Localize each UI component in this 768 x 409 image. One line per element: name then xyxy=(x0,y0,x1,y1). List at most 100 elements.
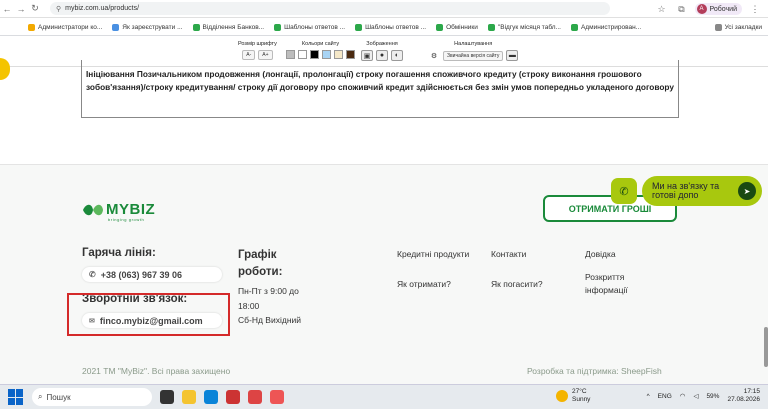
app-icon[interactable] xyxy=(226,390,240,404)
color-swatch[interactable] xyxy=(334,50,343,59)
task-view-icon[interactable] xyxy=(160,390,174,404)
link-disclosure[interactable]: Розкриття інформації xyxy=(585,271,655,297)
site-info-icon[interactable]: ⚲ xyxy=(56,5,61,13)
edge-icon[interactable] xyxy=(204,390,218,404)
color-swatch[interactable] xyxy=(286,50,295,59)
sun-icon xyxy=(556,390,568,402)
leaf-logo-icon xyxy=(83,204,103,215)
phone-icon: ✆ xyxy=(619,185,629,198)
bookmark-favicon-icon xyxy=(112,23,120,31)
link-credit-products[interactable]: Кредитні продукти xyxy=(397,248,469,261)
font-plus-button[interactable]: A+ xyxy=(258,50,273,60)
extensions-icon[interactable]: ⧉ xyxy=(675,4,689,15)
search-icon: ⌕ xyxy=(38,392,43,401)
bookmark-item[interactable]: Як зареєструвати ... xyxy=(112,23,183,31)
browser-toolbar: ← → ↻ ⚲ mybiz.com.ua/products/ ☆ ⧉ А Роб… xyxy=(0,0,768,18)
folder-icon xyxy=(714,23,722,31)
bookmark-item[interactable]: Шаблоны ответов ... xyxy=(274,23,345,31)
back-icon[interactable]: ← xyxy=(0,4,14,14)
profile-label: Робочий xyxy=(709,5,737,13)
date: 27.08.2026 xyxy=(727,396,760,403)
hotline-title: Гаряча лінія: xyxy=(82,247,156,259)
logo[interactable]: MYBIZ bringing growth xyxy=(82,201,156,222)
weather-text: Sunny xyxy=(572,396,591,403)
images-group: Зображення ▣ ● ◐ xyxy=(361,41,403,61)
temperature: 27°C xyxy=(572,388,587,395)
bookmark-favicon-icon xyxy=(274,23,282,31)
bookmark-item[interactable]: "Відгук місяця табл... xyxy=(487,23,561,31)
bookmark-favicon-icon xyxy=(487,23,495,31)
normal-version-button[interactable]: Звичайна версія сайту xyxy=(443,50,504,61)
chrome-profile-icon[interactable] xyxy=(270,390,284,404)
weather-widget[interactable]: 27°C Sunny xyxy=(556,388,590,404)
color-swatch[interactable] xyxy=(346,50,355,59)
developer-credit[interactable]: Розробка та підтримка: SheepFish xyxy=(527,366,662,376)
forward-icon[interactable]: → xyxy=(14,4,28,14)
color-swatch[interactable] xyxy=(298,50,307,59)
taskbar: ⌕ Пошук 27°C Sunny ^ ENG ◠ ◁ 59% 17:15 2… xyxy=(0,384,768,409)
bookmark-item[interactable]: Обмінники xyxy=(436,23,478,31)
reload-icon[interactable]: ↻ xyxy=(28,3,42,14)
search-placeholder: Пошук xyxy=(46,392,71,402)
settings-group: Налаштування ⚙ Звичайна версія сайту ▬ xyxy=(428,41,519,61)
all-bookmarks[interactable]: Усі закладки xyxy=(714,23,762,31)
font-minus-button[interactable]: A- xyxy=(242,50,256,60)
copyright: 2021 ТМ "MyBiz". Всі права захищено xyxy=(82,366,231,376)
color-swatch[interactable] xyxy=(322,50,331,59)
clock[interactable]: 17:15 27.08.2026 xyxy=(727,388,760,404)
link-how-get[interactable]: Як отримати? xyxy=(397,278,451,291)
bookmark-favicon-icon xyxy=(28,23,35,31)
bookmark-favicon-icon xyxy=(192,23,200,31)
phone-number: +38 (063) 967 39 06 xyxy=(100,269,183,280)
bookmark-favicon-icon xyxy=(355,23,363,31)
tray-chevron-icon[interactable]: ^ xyxy=(647,393,650,400)
avatar: А xyxy=(696,4,707,14)
bookmark-item[interactable]: Администратори ко... xyxy=(28,23,102,31)
logo-text: MYBIZ xyxy=(106,201,156,218)
colors-title: Кольори сайту xyxy=(301,41,340,47)
content-text: Ініціювання Позичальником продовження (л… xyxy=(86,69,675,92)
bookmark-item[interactable]: Шаблоны ответов ... xyxy=(355,23,426,31)
content-text-block: Ініціювання Позичальником продовження (л… xyxy=(81,60,679,118)
system-tray: ^ ENG ◠ ◁ 59% 17:15 27.08.2026 xyxy=(647,388,760,404)
menu-icon[interactable]: ⋮ xyxy=(748,4,762,15)
schedule-line: Сб-Нд Вихідний xyxy=(238,315,302,325)
telegram-icon: ➤ xyxy=(738,182,756,200)
bookmarks-bar: Администратори ко... Як зареєструвати ..… xyxy=(0,19,768,36)
schedule-line: Пн-Пт з 9:00 до xyxy=(238,286,299,296)
chat-text: Ми на зв'язку та готові допо xyxy=(652,181,720,200)
phone-icon: ✆ xyxy=(89,270,96,279)
volume-icon[interactable]: ◁ xyxy=(693,392,698,400)
chat-widget[interactable]: Ми на зв'язку та готові допо ➤ xyxy=(642,176,762,206)
schedule-title: Графік роботи: xyxy=(238,249,283,278)
language[interactable]: ENG xyxy=(658,393,672,400)
link-help[interactable]: Довідка xyxy=(585,248,616,261)
time: 17:15 xyxy=(743,388,760,395)
scrollbar[interactable] xyxy=(764,327,768,367)
color-swatch[interactable] xyxy=(310,50,319,59)
call-button[interactable]: ✆ xyxy=(611,178,637,204)
bookmark-favicon-icon xyxy=(436,23,444,31)
wifi-icon[interactable]: ◠ xyxy=(680,392,686,400)
file-explorer-icon[interactable] xyxy=(182,390,196,404)
address-bar[interactable]: ⚲ mybiz.com.ua/products/ xyxy=(50,2,610,15)
phone-link[interactable]: ✆ +38 (063) 967 39 06 xyxy=(82,267,222,282)
link-contacts[interactable]: Контакти xyxy=(491,248,526,261)
font-size-group: Розмір шрифту A- A+ xyxy=(238,41,277,60)
bookmark-star-icon[interactable]: ☆ xyxy=(655,4,669,15)
url-text: mybiz.com.ua/products/ xyxy=(65,5,140,12)
profile-button[interactable]: А Робочий xyxy=(694,3,742,15)
bookmark-item[interactable]: Администрирован... xyxy=(570,23,641,31)
link-how-repay[interactable]: Як погасити? xyxy=(491,278,543,291)
chrome-icon[interactable] xyxy=(248,390,262,404)
font-size-title: Розмір шрифту xyxy=(238,41,277,47)
bookmark-item[interactable]: Відділення Банков... xyxy=(192,23,264,31)
windows-start-icon[interactable] xyxy=(8,389,24,405)
battery[interactable]: 59% xyxy=(706,393,719,400)
taskbar-search[interactable]: ⌕ Пошук xyxy=(32,388,152,406)
bookmark-favicon-icon xyxy=(570,23,578,31)
highlight-box xyxy=(67,293,230,336)
images-title: Зображення xyxy=(366,41,398,47)
schedule-line: 18:00 xyxy=(238,301,260,311)
logo-tagline: bringing growth xyxy=(108,217,145,222)
